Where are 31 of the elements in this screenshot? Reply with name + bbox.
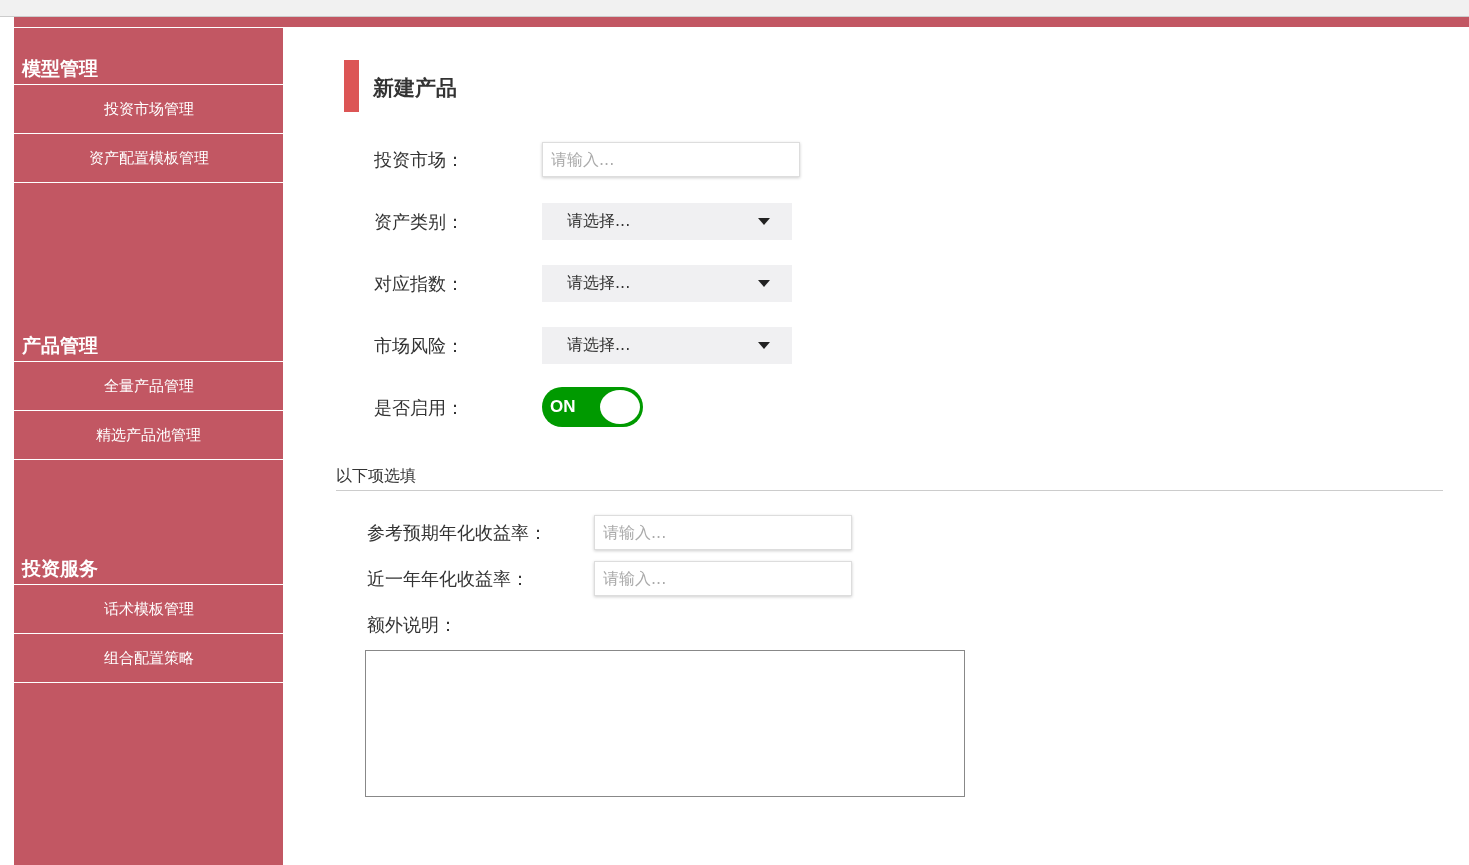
caret-icon [758, 341, 770, 349]
section-title: 投资服务 [22, 557, 98, 580]
field-label: 资产类别： [374, 209, 465, 234]
select-dropdown[interactable]: 请选择... [542, 326, 792, 364]
section-title: 模型管理 [22, 57, 98, 80]
field-label: 对应指数： [374, 271, 465, 296]
field-label: 参考预期年化收益率： [367, 520, 548, 545]
field-label: 投资市场： [374, 147, 465, 172]
field-label: 额外说明： [367, 613, 458, 637]
input-field[interactable]: 请输入... [594, 560, 852, 596]
caret-icon [758, 279, 770, 287]
sidebar-item[interactable]: 精选产品池管理 [14, 411, 283, 460]
caret-icon [758, 217, 770, 225]
sidebar-item[interactable]: 组合配置策略 [14, 634, 283, 683]
select-dropdown[interactable]: 请选择... [542, 264, 792, 302]
sidebar-item[interactable]: 投资市场管理 [14, 85, 283, 134]
field-label: 是否启用： [374, 395, 465, 420]
section-heading: 以下项选填 [336, 464, 1443, 491]
sidebar-item[interactable]: 话术模板管理 [14, 585, 283, 634]
toggle-switch[interactable]: ON [542, 387, 643, 427]
sidebar-item[interactable]: 资产配置模板管理 [14, 134, 283, 183]
title-accent [344, 60, 359, 112]
input-field[interactable]: 请输入... [542, 141, 800, 177]
select-dropdown[interactable]: 请选择... [542, 202, 792, 240]
text-area[interactable] [365, 650, 965, 797]
sidebar-item[interactable]: 全量产品管理 [14, 362, 283, 411]
section-title: 产品管理 [22, 334, 98, 357]
field-label: 近一年年化收益率： [367, 566, 530, 591]
field-label: 市场风险： [374, 333, 465, 358]
form-title: 新建产品 [373, 75, 457, 103]
input-field[interactable]: 请输入... [594, 514, 852, 550]
